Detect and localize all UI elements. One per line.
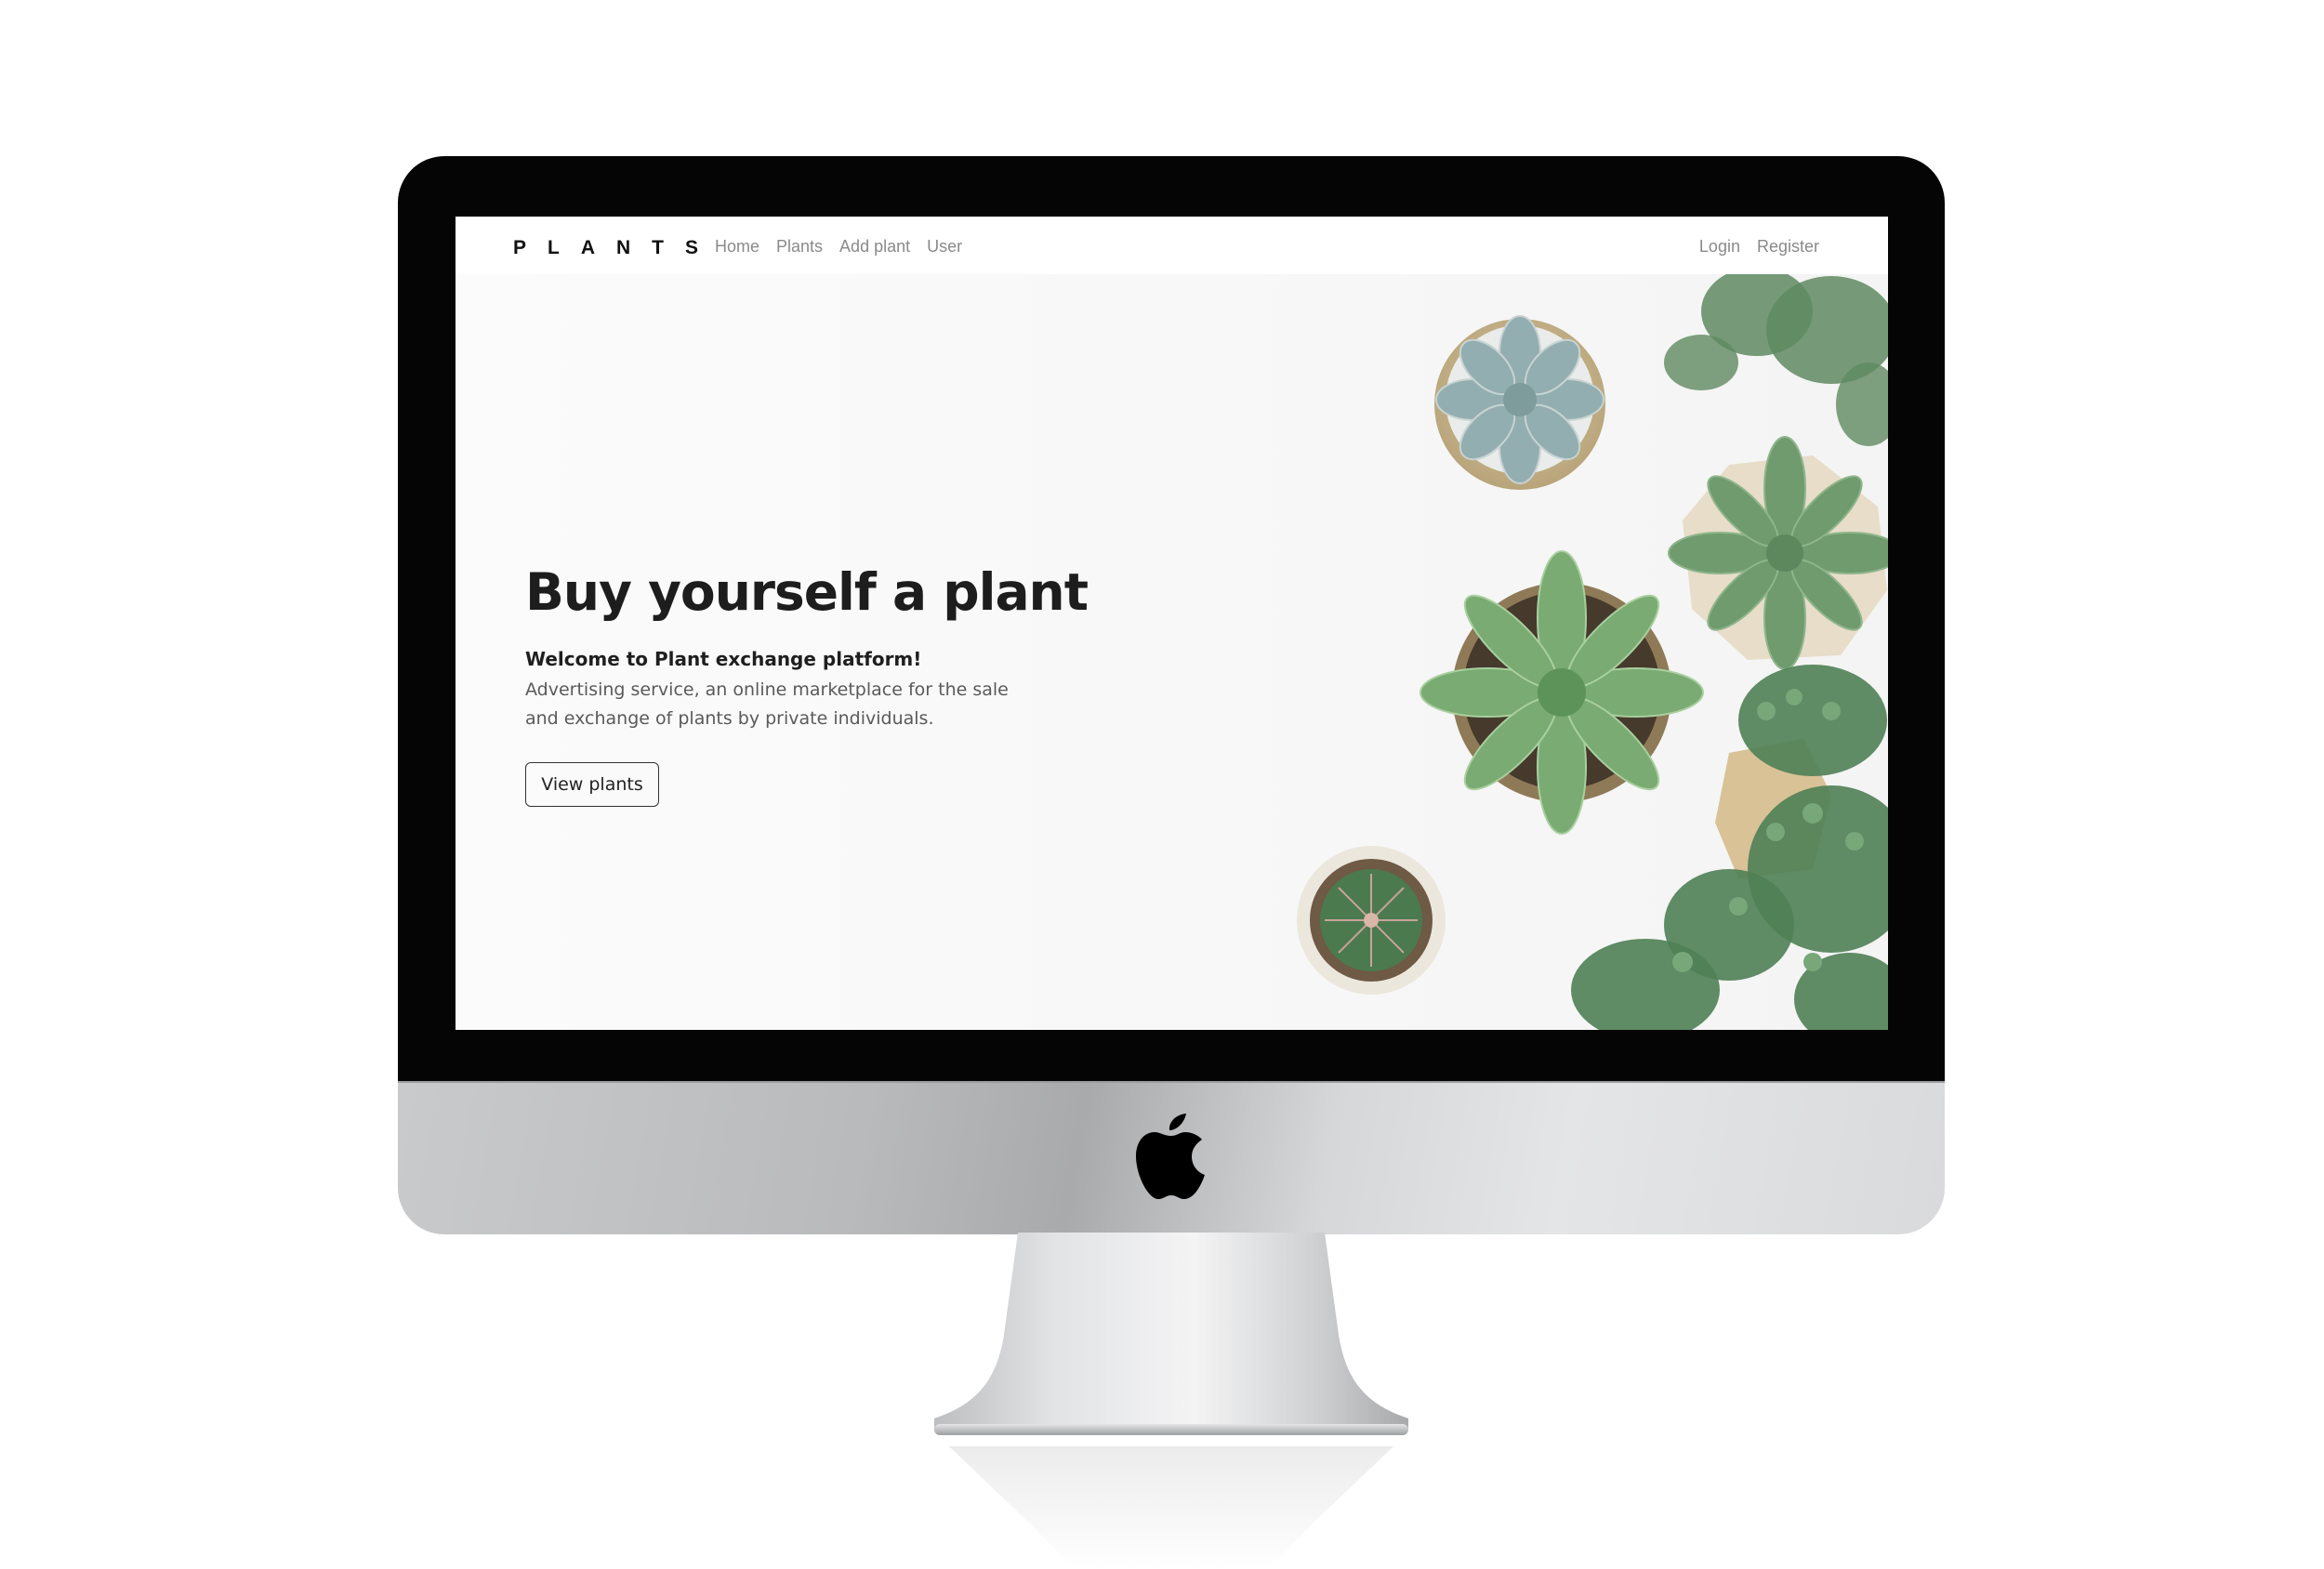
succulents-image xyxy=(1297,274,1888,1030)
nav-link-register[interactable]: Register xyxy=(1757,237,1819,257)
nav-link-login[interactable]: Login xyxy=(1699,237,1740,257)
stand-reflection xyxy=(948,1446,1394,1569)
monitor-screen: PLANTS Home Plants Add plant User Login … xyxy=(456,217,1888,1030)
imac-mockup: PLANTS Home Plants Add plant User Login … xyxy=(0,0,2324,1569)
nav-link-home[interactable]: Home xyxy=(715,237,759,257)
view-plants-button[interactable]: View plants xyxy=(525,762,659,807)
hero-title: Buy yourself a plant xyxy=(525,562,1089,622)
nav-link-plants[interactable]: Plants xyxy=(776,237,823,257)
apple-logo-icon xyxy=(1136,1114,1205,1199)
nav-links: Home Plants Add plant User xyxy=(715,237,962,257)
nav-link-add-plant[interactable]: Add plant xyxy=(839,237,910,257)
nav-link-user[interactable]: User xyxy=(927,237,962,257)
hero-lead: Welcome to Plant exchange platform! xyxy=(525,648,922,670)
brand-logo[interactable]: PLANTS xyxy=(513,237,720,259)
hero-description: Advertising service, an online marketpla… xyxy=(525,679,1009,729)
monitor-stand xyxy=(934,1233,1408,1435)
nav-auth-links: Login Register xyxy=(1699,237,1819,257)
navbar: PLANTS Home Plants Add plant User Login … xyxy=(456,217,1888,274)
